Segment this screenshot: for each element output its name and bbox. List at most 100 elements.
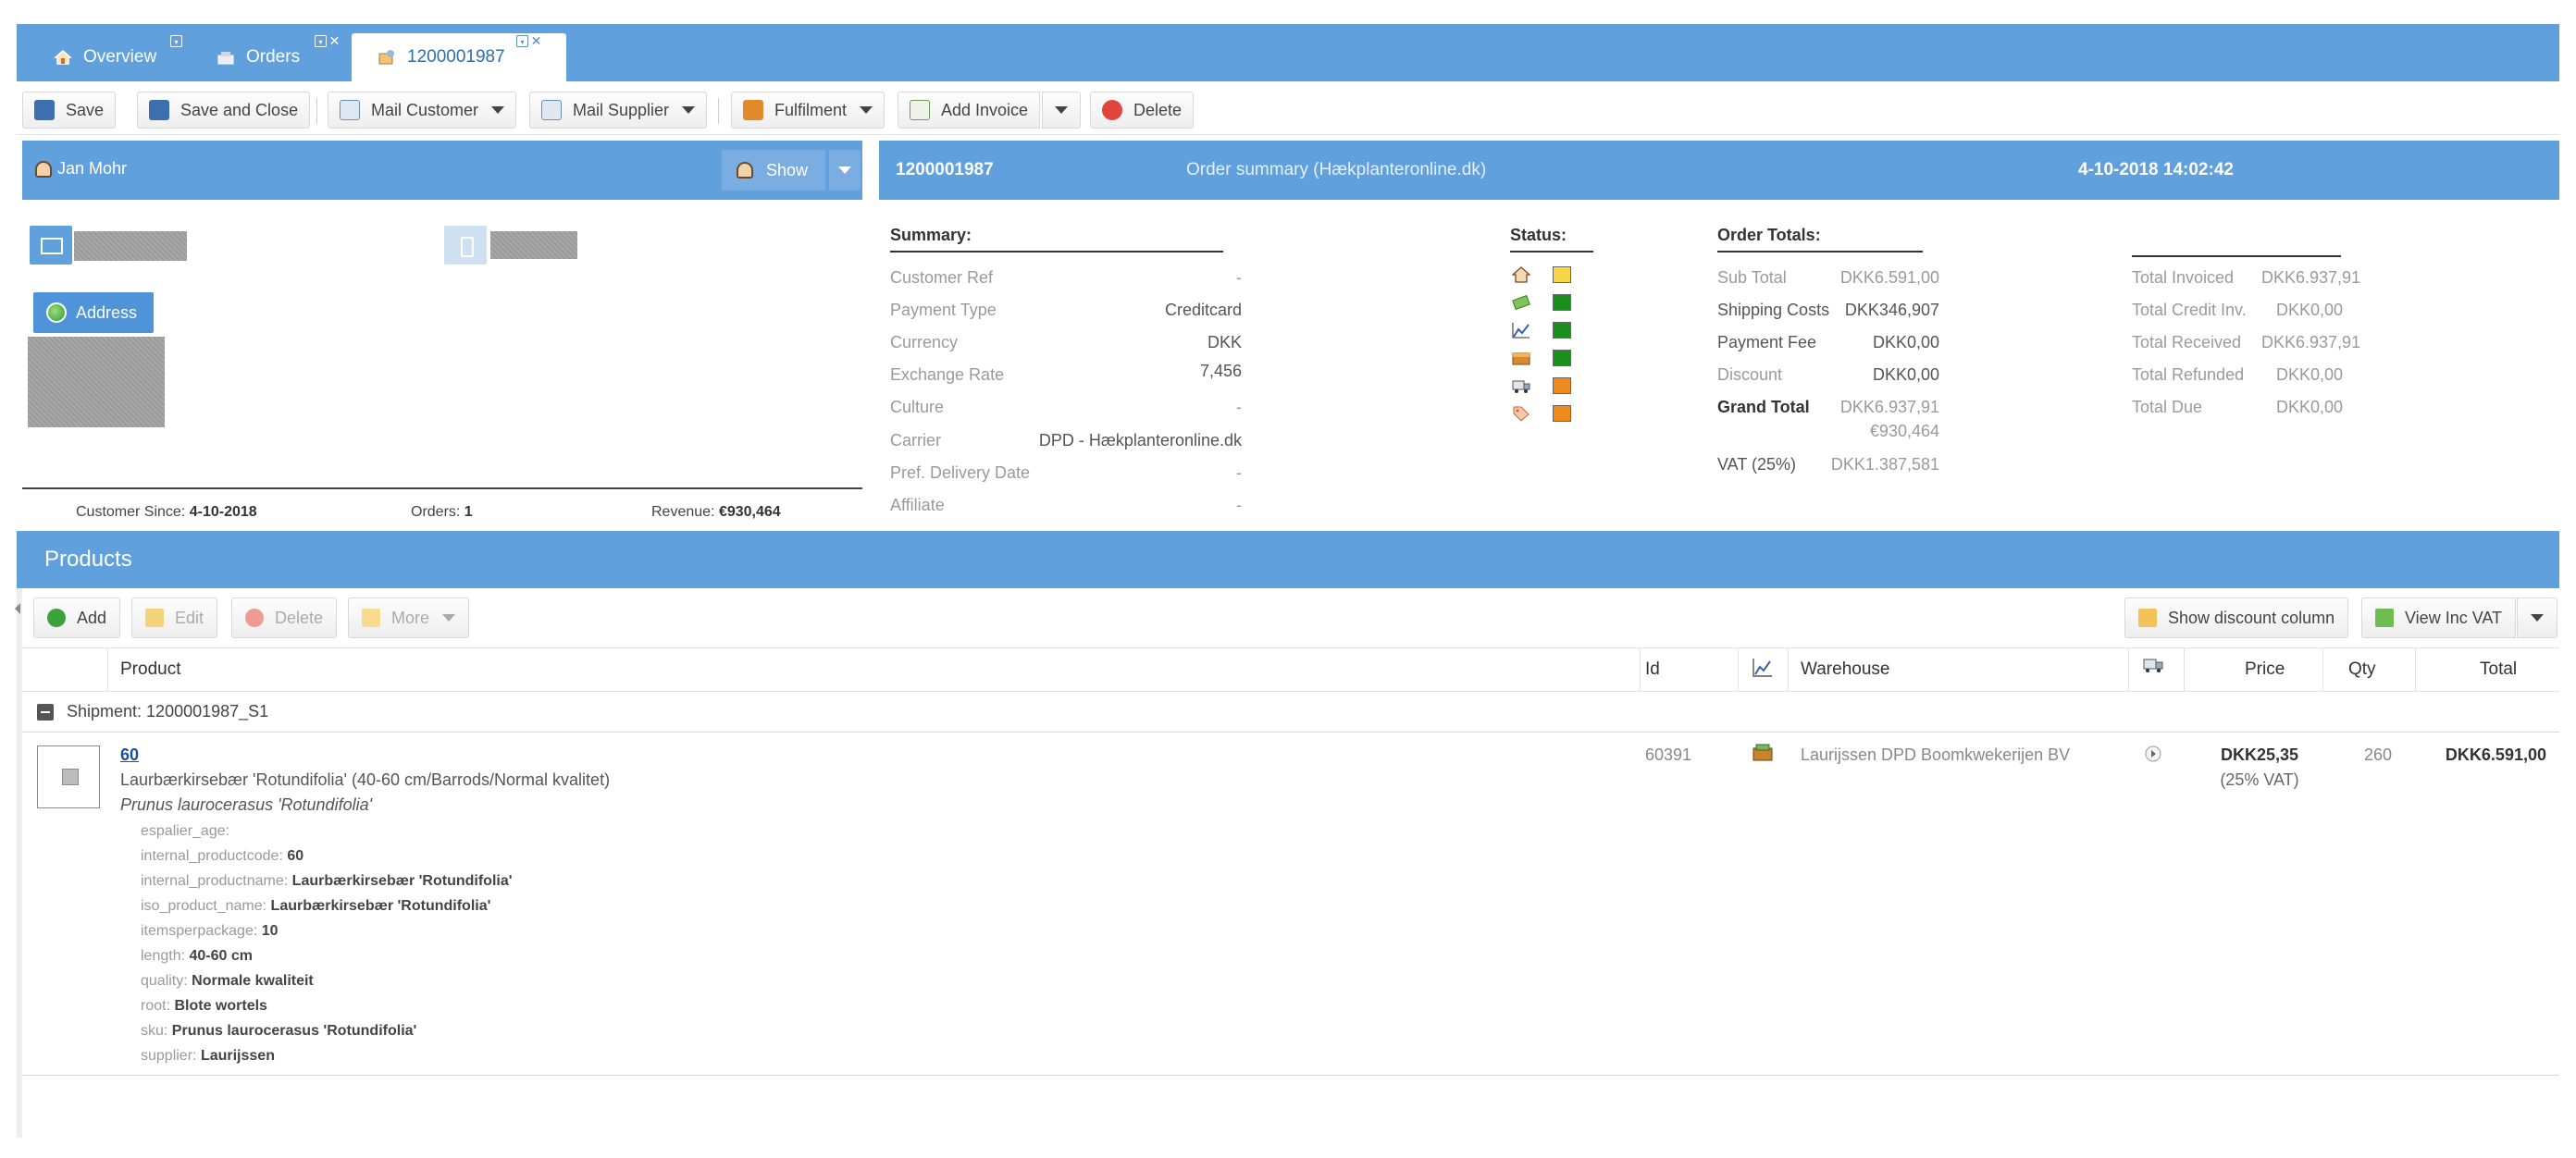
chevron-down-icon: [491, 106, 505, 114]
total-credit-label: Total Credit Inv.: [2132, 301, 2247, 319]
add-invoice-menu-button[interactable]: [1042, 92, 1081, 129]
show-discount-column-button[interactable]: Show discount column: [2124, 597, 2349, 638]
delete-product-button[interactable]: Delete: [231, 597, 338, 638]
order-totals-title: Order Totals:: [1717, 226, 1923, 253]
summary-label: Currency: [890, 333, 959, 351]
summary-value: DKK: [1207, 333, 1242, 351]
tab-menu-icon[interactable]: ▾: [315, 35, 327, 47]
close-icon[interactable]: ✕: [328, 34, 341, 47]
tab-bar: Overview ▾ Orders ▾ ✕ 1200001987 ▾ ✕: [17, 24, 2559, 81]
column-total[interactable]: Total: [2480, 659, 2517, 680]
person-icon: [737, 162, 753, 179]
product-warehouse: Laurijssen DPD Boomkwekerijen BV: [1801, 745, 2071, 764]
mail-customer-button[interactable]: Mail Customer: [328, 92, 517, 129]
customer-name: Jan Mohr: [35, 159, 127, 179]
tab-menu-icon[interactable]: ▾: [170, 35, 182, 47]
summary-label: Pref. Delivery Date: [890, 463, 1031, 482]
column-id[interactable]: Id: [1645, 659, 1660, 680]
invoice-totals-divider: [2132, 226, 2341, 257]
close-icon[interactable]: ✕: [530, 34, 542, 47]
truck-icon[interactable]: [2143, 656, 2163, 680]
product-attribute: quality: Normale kwaliteit: [141, 973, 314, 989]
save-button[interactable]: Save: [22, 92, 117, 129]
total-invoiced-value: DKK6.937,91: [2261, 268, 2361, 287]
save-and-close-button[interactable]: Save and Close: [137, 92, 311, 129]
tab-orders-controls[interactable]: ▾ ✕: [315, 34, 341, 47]
delete-button[interactable]: Delete: [1090, 92, 1195, 129]
product-id: 60391: [1645, 745, 1692, 764]
product-price: DKK25,35: [2220, 745, 2299, 764]
products-title: Products: [44, 547, 132, 572]
tab-menu-icon[interactable]: ▾: [516, 35, 528, 47]
add-invoice-button[interactable]: Add Invoice: [898, 92, 1041, 129]
column-divider: [2322, 648, 2323, 691]
shipment-group-row[interactable]: Shipment: 1200001987_S1: [22, 692, 2559, 733]
product-qty: 260: [2363, 745, 2393, 764]
delete-icon: [1102, 100, 1122, 120]
globe-icon: [46, 302, 67, 323]
summary-value: Creditcard: [1164, 301, 1242, 319]
view-inc-vat-menu[interactable]: [2517, 597, 2557, 638]
column-product[interactable]: Product: [120, 659, 180, 680]
mail-supplier-button[interactable]: Mail Supplier: [529, 92, 708, 129]
column-qty[interactable]: Qty: [2348, 659, 2376, 680]
grand-total-eur: €930,464: [1869, 422, 1939, 440]
tab-label: Overview: [83, 47, 157, 67]
product-code-link[interactable]: 60: [120, 745, 139, 765]
address-button[interactable]: Address: [33, 292, 155, 333]
tab-overview-controls[interactable]: ▾: [170, 35, 182, 47]
product-thumbnail[interactable]: [37, 745, 100, 808]
status-title: Status:: [1510, 226, 1593, 253]
tab-order-controls[interactable]: ▾ ✕: [516, 34, 542, 47]
play-icon[interactable]: [2145, 745, 2161, 762]
status-indicator: [1553, 350, 1571, 366]
toolbar-divider: [718, 98, 719, 124]
status-indicator: [1553, 322, 1571, 339]
column-warehouse[interactable]: Warehouse: [1801, 659, 1889, 680]
customer-header: Jan Mohr Show: [22, 141, 862, 200]
tab-orders[interactable]: Orders: [191, 33, 316, 81]
tag-icon: [1512, 405, 1530, 422]
show-customer-button[interactable]: Show: [722, 150, 825, 191]
shipping-costs-value: DKK346,907: [1844, 301, 1939, 319]
add-product-button[interactable]: Add: [33, 597, 121, 638]
email-icon[interactable]: [30, 226, 72, 265]
summary-value: 7,456: [1199, 362, 1242, 380]
customer-orders: Orders: 1: [411, 504, 473, 520]
summary-value: DPD - Hækplanteronline.dk: [1038, 431, 1242, 450]
order-number: 1200001987: [896, 160, 994, 179]
pencil-icon: [145, 609, 164, 627]
summary-label: Payment Type: [890, 301, 997, 319]
row-divider: [22, 1075, 2559, 1076]
phone-icon[interactable]: [444, 226, 487, 265]
column-price[interactable]: Price: [2245, 659, 2285, 680]
column-divider: [107, 648, 108, 691]
summary-value: -: [1236, 398, 1242, 416]
status-indicator: [1553, 405, 1571, 422]
collapse-icon[interactable]: [37, 703, 54, 721]
discount-icon: [2138, 609, 2157, 627]
products-toolbar: Add Edit Delete More Show discount colum…: [17, 592, 2559, 647]
invoice-icon: [910, 100, 930, 120]
product-price-vat: (25% VAT): [2220, 770, 2299, 789]
customer-footer: Customer Since: 4-10-2018 Orders: 1 Reve…: [22, 487, 862, 528]
lightning-icon: [362, 609, 380, 627]
home-icon: [1511, 266, 1531, 283]
tab-overview[interactable]: Overview: [28, 33, 173, 81]
order-header: 1200001987 Order summary (Hækplanteronli…: [879, 141, 2559, 200]
summary-label: Exchange Rate: [890, 365, 1005, 384]
show-customer-menu[interactable]: [829, 150, 861, 191]
product-attribute: iso_product_name: Laurbærkirsebær 'Rotun…: [141, 898, 491, 914]
edit-product-button[interactable]: Edit: [131, 597, 218, 638]
tab-label: 1200001987: [407, 47, 505, 67]
box-icon: [1512, 350, 1530, 366]
payment-icon: [1512, 294, 1530, 311]
order-datetime: 4-10-2018 14:02:42: [2078, 160, 2234, 179]
fulfilment-button[interactable]: Fulfilment: [731, 92, 886, 129]
stock-icon: [1752, 744, 1773, 762]
delete-icon: [245, 609, 264, 627]
view-inc-vat-button[interactable]: View Inc VAT: [2361, 597, 2517, 638]
more-button[interactable]: More: [348, 597, 470, 638]
mail-icon: [541, 100, 562, 120]
chart-icon[interactable]: [1752, 658, 1773, 684]
